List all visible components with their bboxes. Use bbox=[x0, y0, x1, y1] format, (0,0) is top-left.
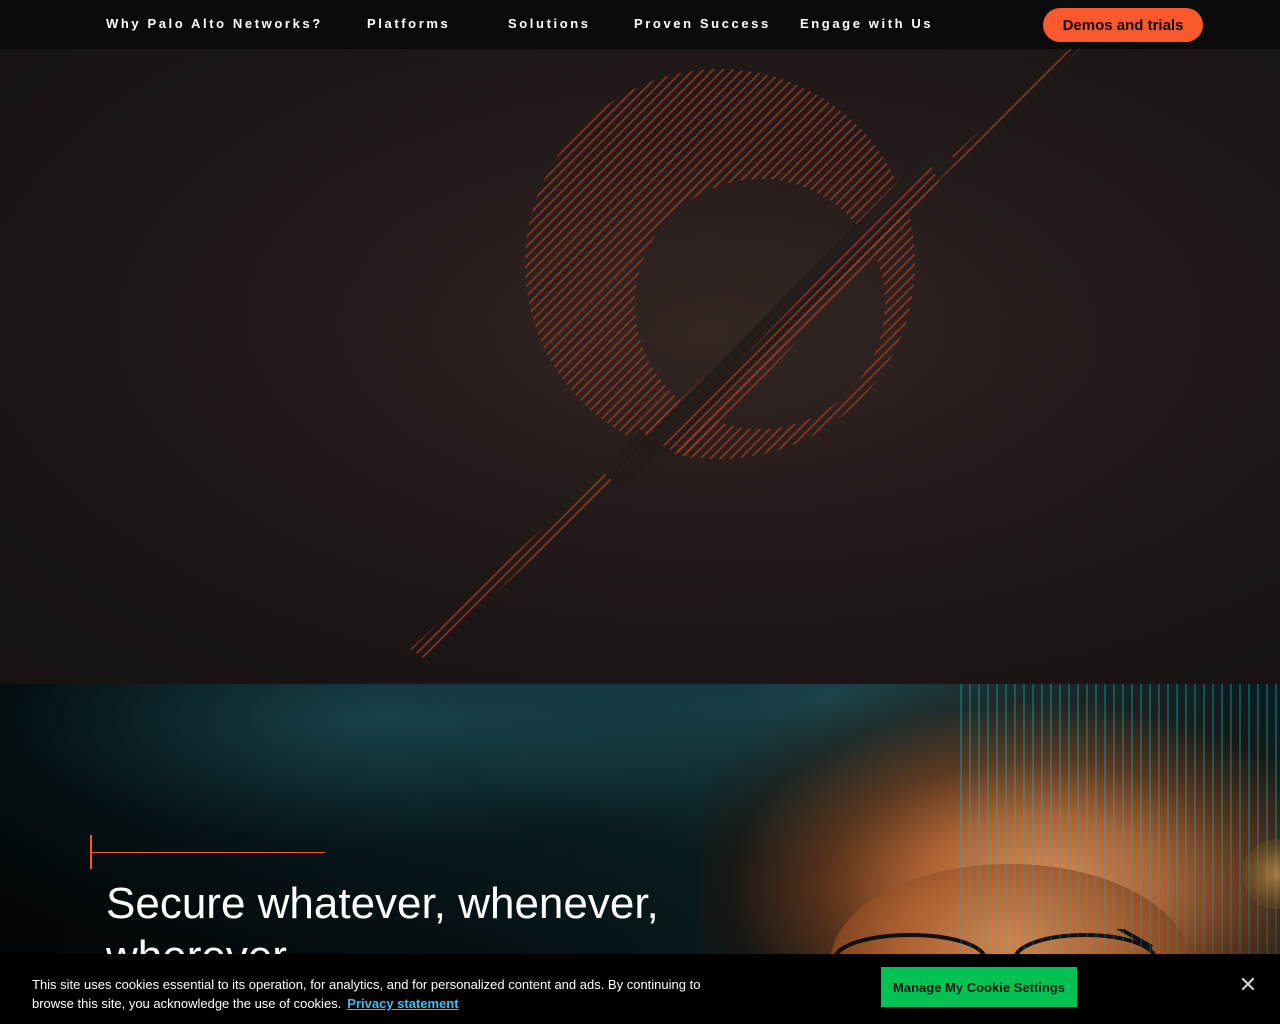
page: Why Palo Alto Networks? Platforms Soluti… bbox=[0, 0, 1280, 1024]
hero-graphic bbox=[0, 49, 1280, 684]
cookie-banner: This site uses cookies essential to its … bbox=[0, 954, 1280, 1024]
demos-trials-button[interactable]: Demos and trials bbox=[1043, 8, 1203, 42]
nav-item-why-palo-alto[interactable]: Why Palo Alto Networks? bbox=[106, 16, 323, 31]
privacy-statement-link[interactable]: Privacy statement bbox=[347, 996, 458, 1011]
nav-item-solutions[interactable]: Solutions bbox=[508, 16, 591, 31]
accent-line bbox=[90, 852, 325, 853]
cookie-text: This site uses cookies essential to its … bbox=[32, 975, 732, 1013]
top-nav: Why Palo Alto Networks? Platforms Soluti… bbox=[0, 0, 1280, 49]
nav-menu: Why Palo Alto Networks? Platforms Soluti… bbox=[0, 0, 1000, 49]
manage-cookie-settings-button[interactable]: Manage My Cookie Settings bbox=[881, 967, 1077, 1007]
nav-item-engage[interactable]: Engage with Us bbox=[800, 16, 933, 31]
nav-item-proven-success[interactable]: Proven Success bbox=[634, 16, 771, 31]
slash-graphic bbox=[0, 49, 1280, 684]
close-icon[interactable]: ✕ bbox=[1236, 974, 1260, 998]
hero-background bbox=[0, 49, 1280, 684]
nav-item-platforms[interactable]: Platforms bbox=[367, 16, 450, 31]
